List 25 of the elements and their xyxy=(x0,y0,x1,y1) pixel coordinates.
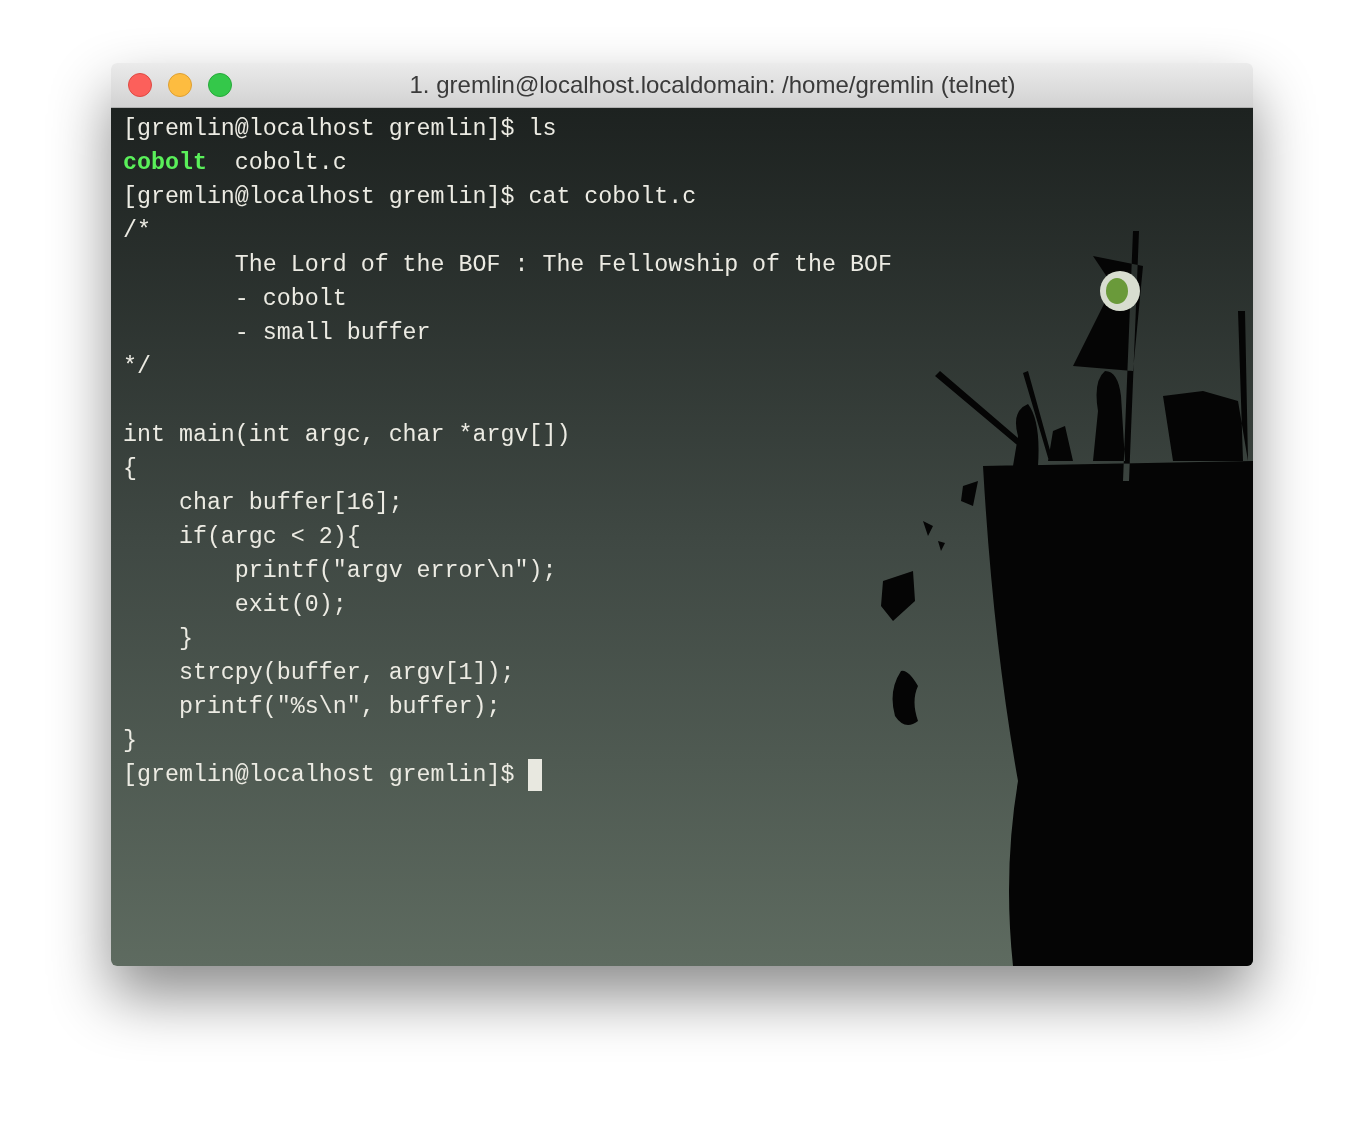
text-cursor xyxy=(528,759,543,791)
terminal-text: /* xyxy=(123,217,151,246)
terminal-text: } xyxy=(123,727,137,756)
minimize-button[interactable] xyxy=(168,73,192,97)
window-title: 1. gremlin@localhost.localdomain: /home/gremlin (telnet) xyxy=(409,70,1016,100)
terminal-text: - small buffer xyxy=(233,319,431,348)
terminal-text: if(argc < 2){ xyxy=(177,523,361,552)
zoom-button[interactable] xyxy=(208,73,232,97)
terminal-text: printf("argv error\n"); xyxy=(233,557,557,586)
terminal-text: [gremlin@localhost gremlin]$ xyxy=(123,761,516,790)
terminal-text: The Lord of the BOF : The Fellowship of the BOF xyxy=(233,251,892,280)
terminal-text: { xyxy=(123,455,137,484)
terminal-text: */ xyxy=(123,353,151,382)
terminal-text: char buffer[16]; xyxy=(177,489,403,518)
close-button[interactable] xyxy=(128,73,152,97)
terminal-text: int main(int argc, char *argv[]) xyxy=(123,421,571,450)
terminal-text: - cobolt xyxy=(233,285,347,314)
terminal-text: [gremlin@localhost gremlin]$ ls xyxy=(123,115,557,144)
terminal-text: [gremlin@localhost gremlin]$ cat cobolt.c xyxy=(123,183,697,212)
terminal-text: exit(0); xyxy=(233,591,347,620)
executable-file-name: cobolt xyxy=(123,149,207,178)
terminal-text: cobolt.c xyxy=(233,149,347,178)
terminal-text: strcpy(buffer, argv[1]); xyxy=(177,659,515,688)
terminal-text: } xyxy=(177,625,193,654)
terminal-text: printf("%s\n", buffer); xyxy=(177,693,501,722)
